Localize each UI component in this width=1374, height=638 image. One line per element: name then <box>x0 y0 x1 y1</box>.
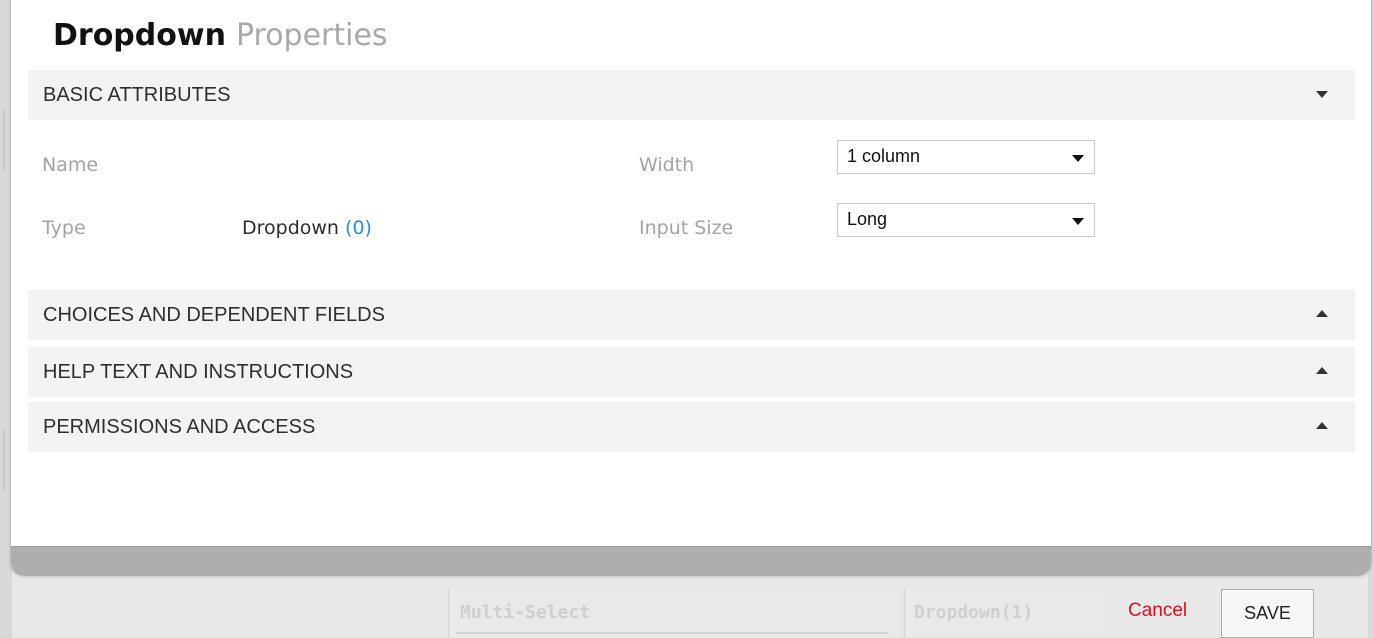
width-label: Width <box>639 154 695 176</box>
caret-down-icon <box>1316 91 1328 98</box>
dialog-title-suffix: Properties <box>235 18 388 53</box>
type-label: Type <box>42 217 86 239</box>
section-permissions-label: PERMISSIONS AND ACCESS <box>43 416 316 438</box>
background-mark <box>3 430 5 490</box>
dialog-title: Dropdown Properties <box>53 16 388 56</box>
type-value: Dropdown (0) <box>242 217 372 239</box>
width-select[interactable]: 1 column <box>837 140 1095 174</box>
background-tile-dropdown-label: Dropdown(1) <box>914 602 1034 623</box>
caret-up-icon <box>1316 367 1328 374</box>
input-size-select[interactable]: Long <box>837 203 1095 237</box>
background-tile-underline <box>456 632 888 634</box>
section-help-text-and-instructions[interactable]: HELP TEXT AND INSTRUCTIONS <box>28 347 1355 397</box>
section-help-label: HELP TEXT AND INSTRUCTIONS <box>43 361 354 383</box>
dialog-title-field-type: Dropdown <box>53 18 226 53</box>
input-size-select-value: Long <box>847 209 888 229</box>
caret-up-icon <box>1316 310 1328 317</box>
section-choices-and-dependent-fields[interactable]: CHOICES AND DEPENDENT FIELDS <box>28 290 1355 340</box>
name-label: Name <box>42 154 99 176</box>
section-basic-attributes[interactable]: BASIC ATTRIBUTES <box>28 70 1355 120</box>
section-basic-attributes-label: BASIC ATTRIBUTES <box>43 84 231 106</box>
background-tile-multi-select-label: Multi-Select <box>460 602 591 623</box>
width-select-value: 1 column <box>847 146 921 166</box>
properties-dialog: Dropdown Properties BASIC ATTRIBUTES Name… <box>10 0 1372 576</box>
section-permissions-and-access[interactable]: PERMISSIONS AND ACCESS <box>28 402 1355 452</box>
save-button[interactable]: SAVE <box>1221 589 1314 638</box>
input-size-label: Input Size <box>639 217 734 239</box>
cancel-link[interactable]: Cancel <box>1128 600 1187 622</box>
type-value-text: Dropdown <box>242 217 339 239</box>
caret-down-icon <box>1072 155 1084 162</box>
type-usage-count-link[interactable]: (0) <box>345 217 372 239</box>
dialog-bottom-bar <box>11 546 1371 576</box>
caret-down-icon <box>1072 218 1084 225</box>
background-mark <box>3 110 5 170</box>
screen: Multi-Select Dropdown(1) Dropdown Propert… <box>0 0 1374 638</box>
caret-up-icon <box>1316 422 1328 429</box>
section-choices-label: CHOICES AND DEPENDENT FIELDS <box>43 304 385 326</box>
